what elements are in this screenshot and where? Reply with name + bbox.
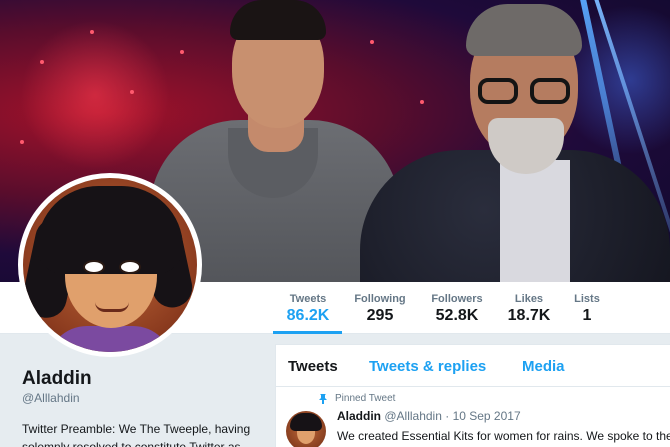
stat-tweets[interactable]: Tweets 86.2K: [276, 293, 340, 325]
tab-media[interactable]: Media: [522, 358, 565, 375]
stat-label: Tweets: [289, 293, 327, 305]
timeline: Tweets Tweets & replies Media Pinned Twe…: [275, 344, 670, 447]
stat-followers[interactable]: Followers 52.8K: [424, 293, 490, 325]
avatar-eye: [119, 260, 141, 274]
profile-avatar[interactable]: [18, 173, 202, 357]
stat-value: 86.2K: [286, 307, 330, 324]
banner-sparkle: [180, 50, 184, 54]
banner-glow: [20, 20, 170, 170]
stat-label: Likes: [514, 293, 544, 305]
tweet-date[interactable]: · 10 Sep 2017: [445, 409, 520, 423]
tab-tweets[interactable]: Tweets: [288, 358, 338, 375]
banner-sparkle: [370, 40, 374, 44]
stat-value: 1: [582, 307, 592, 324]
banner-sparkle: [130, 90, 134, 94]
avatar-vest: [47, 326, 173, 352]
tweet-author-name[interactable]: Aladdin: [337, 409, 381, 423]
tweet-avatar-hair: [290, 413, 322, 431]
avatar-cartoon-image: [23, 178, 197, 352]
banner-sparkle: [90, 30, 94, 34]
profile-bio: Twitter Preamble: We The Tweeple, having…: [22, 422, 251, 447]
tweet-text: We created Essential Kits for women for …: [337, 429, 670, 443]
stat-lists[interactable]: Lists 1: [566, 293, 608, 325]
stat-value: 18.7K: [507, 307, 551, 324]
timeline-tabs: Tweets Tweets & replies Media: [276, 345, 670, 387]
avatar-hair: [37, 186, 183, 274]
stat-label: Followers: [431, 293, 483, 305]
active-stat-indicator: [273, 331, 342, 334]
stat-label: Lists: [574, 293, 600, 305]
profile-name[interactable]: Aladdin: [22, 368, 92, 390]
banner-sparkle: [420, 100, 424, 104]
tweet-author-avatar[interactable]: [286, 411, 326, 447]
stat-following[interactable]: Following 295: [348, 293, 412, 325]
banner-person-right-hair: [466, 4, 582, 56]
profile-handle[interactable]: @Alllahdin: [22, 391, 80, 405]
banner-sparkle: [20, 140, 24, 144]
banner-person-right-shirt: [500, 160, 570, 282]
pin-icon: [319, 394, 327, 404]
avatar-mouth: [95, 302, 129, 312]
stat-value: 295: [366, 307, 394, 324]
glasses-lens: [530, 78, 570, 104]
profile-page: Tweets 86.2K Following 295 Followers 52.…: [0, 0, 670, 447]
avatar-eye: [83, 260, 105, 274]
pinned-tweet-label: Pinned Tweet: [335, 393, 396, 404]
banner-sparkle: [40, 60, 44, 64]
stat-label: Following: [354, 293, 406, 305]
tweet-author-handle[interactable]: @Alllahdin: [384, 409, 442, 423]
tab-tweets-and-replies[interactable]: Tweets & replies: [369, 358, 486, 375]
stat-value: 52.8K: [435, 307, 479, 324]
banner-person-right-glasses: [478, 78, 574, 104]
tweet-header: Aladdin @Alllahdin · 10 Sep 2017: [337, 409, 521, 423]
glasses-lens: [478, 78, 518, 104]
banner-person-left-hair: [230, 0, 326, 40]
stat-likes[interactable]: Likes 18.7K: [500, 293, 558, 325]
